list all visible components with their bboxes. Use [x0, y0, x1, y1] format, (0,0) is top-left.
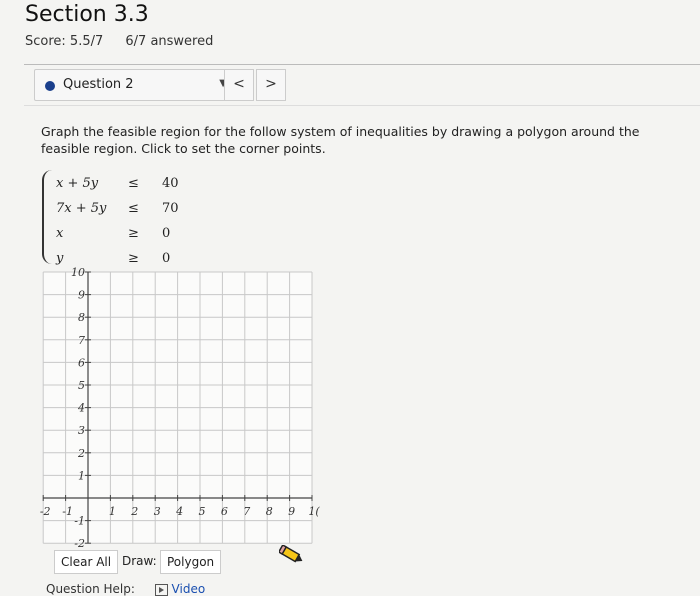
video-help-label: Video — [171, 582, 206, 596]
y-tick-label: -1 — [74, 515, 85, 528]
y-tick-label: 4 — [77, 402, 85, 415]
x-tick-label: 3 — [154, 505, 161, 518]
video-help-link[interactable]: Video — [151, 582, 205, 596]
y-tick-label: 1 — [78, 469, 85, 482]
y-tick-label: 5 — [78, 379, 85, 392]
draw-label: Draw: — [122, 554, 157, 568]
x-tick-label: 6 — [221, 505, 228, 518]
polygon-button[interactable]: Polygon — [160, 550, 222, 574]
clear-all-button[interactable]: Clear All — [54, 550, 119, 574]
y-tick-label: -2 — [74, 537, 85, 550]
y-tick-label: 7 — [78, 334, 85, 347]
question-help-label: Question Help: — [46, 582, 135, 596]
y-tick-label: 2 — [77, 447, 85, 460]
question-help: Question Help: Video — [46, 582, 205, 596]
x-tick-label: 7 — [243, 505, 250, 518]
play-video-icon — [154, 583, 168, 596]
y-tick-label: 10 — [71, 266, 85, 279]
pencil-icon[interactable] — [279, 545, 305, 565]
y-tick-label: 8 — [78, 311, 85, 324]
x-tick-label: -1 — [62, 505, 73, 518]
x-tick-label: -2 — [40, 505, 51, 518]
graph-area[interactable]: -2 -1 1 2 3 4 5 6 7 8 9 1( 10 9 8 7 6 5 4 3 2 1 -1 -2 — [0, 0, 700, 596]
y-tick-label: 3 — [78, 424, 85, 437]
x-tick-label: 1( — [308, 505, 320, 518]
x-tick-label: 5 — [199, 505, 206, 518]
x-tick-label: 2 — [130, 505, 138, 518]
x-tick-label: 1 — [109, 505, 116, 518]
x-tick-label: 8 — [266, 505, 273, 518]
x-tick-label: 4 — [175, 505, 183, 518]
x-tick-label: 9 — [288, 505, 295, 518]
y-tick-label: 9 — [78, 289, 85, 302]
y-tick-label: 6 — [78, 356, 85, 369]
